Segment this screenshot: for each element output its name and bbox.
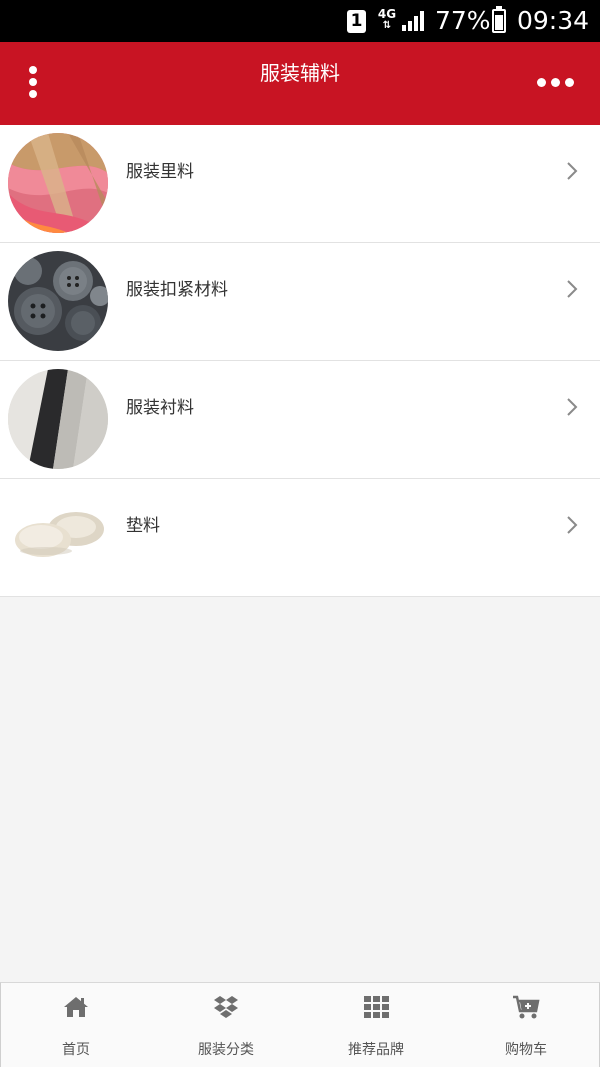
grid-icon [364, 996, 389, 1018]
list-item-label: 垫料 [126, 516, 160, 536]
chevron-right-icon [567, 516, 578, 534]
tab-cart[interactable]: 购物车 [451, 983, 600, 1067]
tab-label: 推荐品牌 [348, 1042, 404, 1058]
signal-icon [402, 11, 424, 31]
buttons-photo [8, 251, 108, 351]
tab-categories[interactable]: 服装分类 [151, 983, 301, 1067]
fabric-lining-photo [8, 133, 108, 233]
status-bar: 1 4G ⇅ 77% 09:34 [0, 0, 600, 42]
tab-label: 购物车 [505, 1042, 547, 1058]
data-arrows-icon: ⇅ [382, 20, 392, 31]
horizontal-dots-icon[interactable] [530, 72, 580, 92]
sim-indicator: 1 [347, 10, 366, 33]
list-item[interactable]: 服装里料 [0, 125, 600, 243]
network-label: 4G [377, 7, 397, 21]
category-list: 服装里料 服装扣紧材料 服装衬料 垫料 [0, 125, 600, 597]
chevron-right-icon [567, 162, 578, 180]
chevron-right-icon [567, 398, 578, 416]
list-item[interactable]: 垫料 [0, 479, 600, 597]
battery-icon [492, 6, 506, 33]
tab-label: 首页 [62, 1042, 90, 1058]
tab-home[interactable]: 首页 [1, 983, 151, 1067]
clock: 09:34 [517, 6, 590, 35]
app-bar: 服装辅料 [0, 42, 600, 125]
list-item-label: 服装衬料 [126, 398, 194, 418]
interlining-fabric-photo [8, 369, 108, 469]
list-item-label: 服装里料 [126, 162, 194, 182]
list-item[interactable]: 服装衬料 [0, 361, 600, 479]
padding-cups-photo [8, 487, 108, 587]
tab-label: 服装分类 [198, 1042, 254, 1058]
home-icon [64, 997, 88, 1017]
battery-percent: 77% [435, 6, 491, 35]
list-item[interactable]: 服装扣紧材料 [0, 243, 600, 361]
cart-icon [513, 995, 540, 1019]
chevron-right-icon [567, 280, 578, 298]
dropbox-icon [214, 996, 238, 1018]
tab-bar: 首页 服装分类 推荐品牌 购物车 [0, 982, 600, 1067]
page-title: 服装辅料 [260, 61, 340, 85]
list-item-label: 服装扣紧材料 [126, 280, 228, 300]
network-indicator: 4G ⇅ [376, 8, 398, 36]
tab-brands[interactable]: 推荐品牌 [301, 983, 451, 1067]
